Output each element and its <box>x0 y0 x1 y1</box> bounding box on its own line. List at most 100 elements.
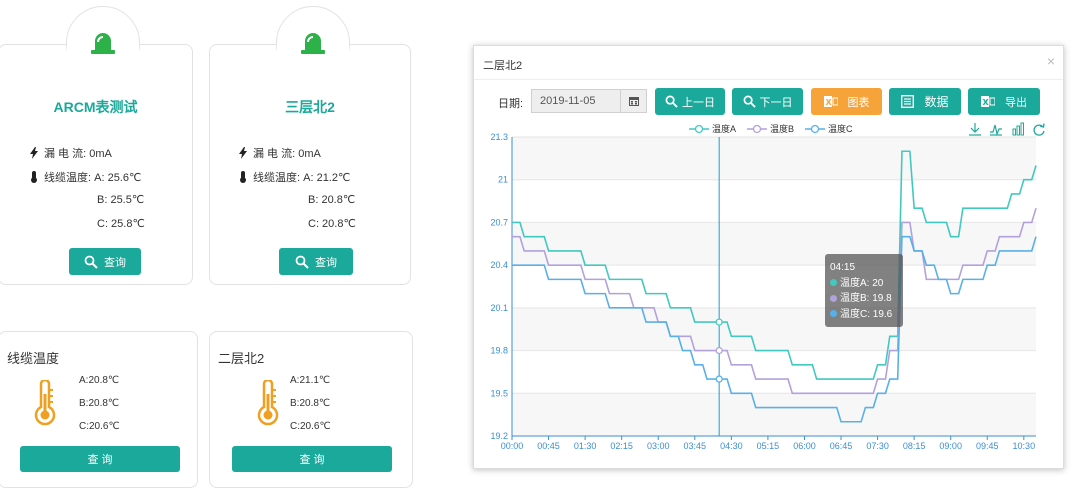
line-chart-icon[interactable] <box>990 124 1002 137</box>
tooltip-row-b: 温度B: 19.8 <box>830 291 898 307</box>
chart-modal: 二层北2 × 日期: 2019-11-05 上一日 下一日 X 图表 数据 X … <box>473 45 1064 469</box>
x-tick-label: 04:30 <box>720 441 743 451</box>
search-icon <box>743 95 756 108</box>
excel-icon: X <box>981 96 995 107</box>
next-day-button[interactable]: 下一日 <box>732 88 803 115</box>
x-tick-label: 06:45 <box>830 441 853 451</box>
query-button[interactable]: 查询 <box>69 248 141 275</box>
thermometer-icon <box>238 170 250 186</box>
tooltip-time: 04:15 <box>830 262 856 273</box>
y-tick-label: 19.2 <box>490 431 508 441</box>
legend-marker <box>810 124 820 134</box>
query-button[interactable]: 查询 <box>279 248 353 275</box>
search-icon <box>665 95 678 108</box>
date-label: 日期: <box>498 98 524 110</box>
alarm-light-badge <box>276 6 350 81</box>
y-tick-label: 21.3 <box>490 132 508 142</box>
temp-c: C:20.6℃ <box>290 421 331 432</box>
y-tick-label: 19.8 <box>490 346 508 356</box>
alarm-light-badge <box>66 6 140 81</box>
calendar-button[interactable] <box>621 89 647 113</box>
temp-c: C: 20.8℃ <box>308 218 356 230</box>
temp-a: A: 25.6℃ <box>94 172 142 184</box>
legend-label: 温度B <box>770 123 794 134</box>
thermometer-icon <box>257 380 279 426</box>
grid-band <box>512 307 1036 351</box>
query-label: 查询 <box>104 256 126 269</box>
temp-b: B: 25.5℃ <box>97 194 145 206</box>
tooltip-row-c: 温度C: 19.6 <box>830 307 898 323</box>
x-tick-label: 00:00 <box>501 441 524 451</box>
y-tick-label: 19.5 <box>490 388 508 398</box>
export-label: 导出 <box>1005 96 1027 109</box>
calendar-icon <box>628 97 639 106</box>
cursor-point <box>715 346 723 355</box>
y-tick-label: 20.7 <box>490 217 508 227</box>
thermometer-icon <box>29 170 41 186</box>
x-tick-label: 08:15 <box>903 441 926 451</box>
leak-label: 漏 电 流: <box>253 148 296 160</box>
temp-b: B:20.8℃ <box>290 398 331 409</box>
cursor-point <box>715 375 723 383</box>
cable-temp-line: 线缆温度: A: 21.2℃ <box>238 169 350 186</box>
alarm-light-icon <box>91 33 115 54</box>
refresh-icon[interactable] <box>1033 123 1045 136</box>
alarm-light-icon <box>301 33 325 54</box>
device-title: 三层北2 <box>285 99 335 115</box>
temp-c: C: 25.8℃ <box>97 218 145 230</box>
leak-current-line: 漏 电 流: 0mA <box>29 145 112 162</box>
grid-band <box>512 393 1036 436</box>
download-icon[interactable] <box>969 123 981 136</box>
x-tick-label: 07:30 <box>866 441 889 451</box>
date-input[interactable]: 2019-11-05 <box>531 89 621 113</box>
leak-value: 0mA <box>89 148 112 160</box>
leak-label: 漏 电 流: <box>44 148 87 160</box>
data-label: 数据 <box>924 95 949 109</box>
cursor-point <box>715 318 723 326</box>
temperature-card-title: 线缆温度 <box>7 351 60 366</box>
chart-button[interactable]: X 图表 <box>811 88 882 115</box>
chart-tooltip: 04:15 温度A: 20 温度B: 19.8 温度C: 19.6 <box>825 254 903 327</box>
temp-b: B: 20.8℃ <box>308 194 356 206</box>
temp-a: A: 21.2℃ <box>303 172 351 184</box>
search-icon <box>295 255 309 269</box>
x-tick-label: 09:45 <box>976 441 999 451</box>
temperature-card-title: 二层北2 <box>218 351 265 366</box>
tooltip-value-c: 温度C: 19.6 <box>840 308 893 320</box>
x-tick-label: 06:00 <box>793 441 816 451</box>
query-button[interactable]: 查 询 <box>232 446 392 472</box>
tooltip-row-a: 温度A: 20 <box>830 276 898 292</box>
x-tick-label: 02:15 <box>610 441 633 451</box>
y-tick-label: 20.4 <box>490 260 508 270</box>
temp-a: A:21.1℃ <box>290 375 331 386</box>
grid-band <box>512 222 1036 266</box>
cable-temp-line: 线缆温度: A: 25.6℃ <box>29 169 141 186</box>
y-tick-label: 20.1 <box>490 303 508 313</box>
close-icon[interactable]: × <box>1047 53 1055 69</box>
query-button[interactable]: 查 询 <box>20 446 180 472</box>
lightning-icon <box>29 146 41 162</box>
legend-marker <box>694 124 704 134</box>
temp-label: 线缆温度: <box>44 172 92 184</box>
lightning-icon <box>238 146 250 162</box>
temperature-line-chart: 19.2 19.5 19.8 20.1 20.4 20.7 21 21.3 00:00 00:45… <box>490 122 1045 451</box>
temp-b: B:20.8℃ <box>79 398 120 409</box>
export-button[interactable]: X 导出 <box>968 88 1040 115</box>
grid-band <box>512 137 1036 180</box>
temp-a: A:20.8℃ <box>79 375 120 386</box>
temp-c: C:20.6℃ <box>79 421 120 432</box>
y-tick-label: 21 <box>498 175 508 185</box>
search-icon <box>84 255 98 269</box>
temperature-card: 线缆温度 A:20.8℃ B:20.8℃ C:20.6℃ 查 询 <box>0 331 198 488</box>
chart-label: 图表 <box>847 96 870 109</box>
prev-day-button[interactable]: 上一日 <box>655 88 725 115</box>
data-button[interactable]: 数据 <box>889 88 961 115</box>
x-tick-label: 09:00 <box>939 441 962 451</box>
svg-text:X: X <box>983 98 990 107</box>
leak-current-line: 漏 电 流: 0mA <box>238 145 321 162</box>
excel-icon: X <box>823 96 838 107</box>
legend-label: 温度A <box>712 123 736 134</box>
bar-chart-icon[interactable] <box>1012 122 1024 136</box>
x-tick-label: 10:30 <box>1013 441 1036 451</box>
x-tick-label: 01:30 <box>574 441 597 451</box>
